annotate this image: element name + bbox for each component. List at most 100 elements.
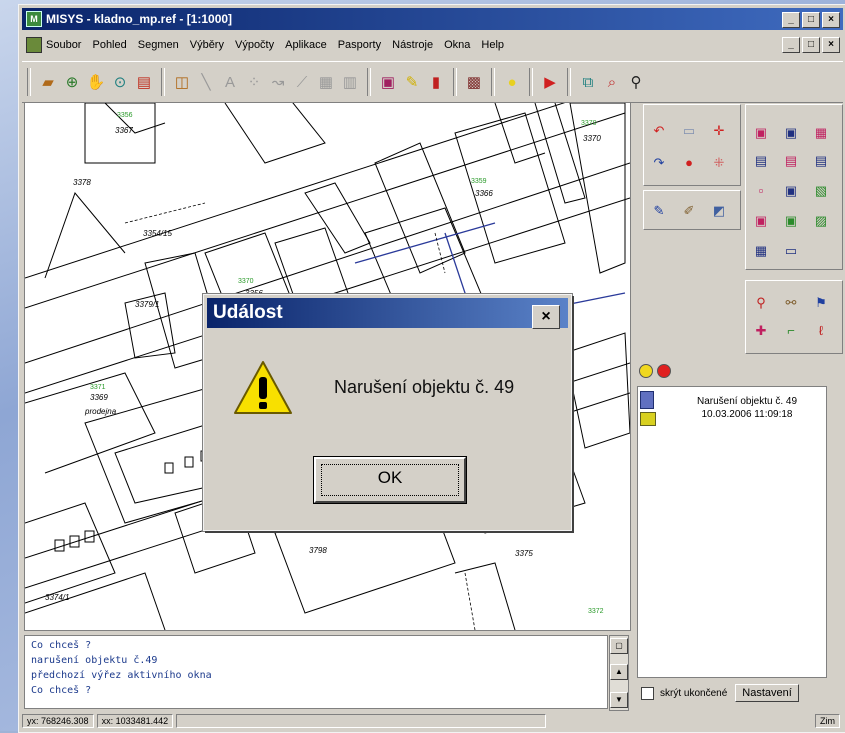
print-map-icon[interactable]: ▩ — [463, 71, 485, 93]
parcel-label: 3354/15 — [143, 229, 172, 238]
pointer-pin-icon[interactable]: ⚲ — [625, 71, 647, 93]
layer-icon[interactable]: ▣ — [752, 125, 770, 141]
brush-icon[interactable]: ✐ — [680, 203, 698, 219]
redo-icon[interactable]: ↷ — [650, 155, 668, 171]
ok-button[interactable]: OK — [314, 457, 466, 503]
document-icon[interactable] — [26, 37, 42, 53]
open-folder-icon[interactable]: ▰ — [37, 71, 59, 93]
select-box-icon[interactable]: ▭ — [680, 123, 698, 139]
menu-vybery[interactable]: Výběry — [190, 39, 224, 51]
layer-icon[interactable]: ▣ — [782, 213, 800, 229]
search-objects-icon[interactable]: ▣ — [377, 71, 399, 93]
layer-palette: ▣ ▣ ▦ ▤ ▤ ▤ ▫ ▣ ▧ ▣ ▣ ▨ ▦ ▭ — [745, 104, 843, 270]
layer-icon[interactable]: ▤ — [782, 153, 800, 169]
toolbar-separator — [367, 68, 371, 96]
dialog-close-button[interactable]: × — [532, 305, 560, 329]
menu-nastroje[interactable]: Nástroje — [392, 39, 433, 51]
zoom-in-icon[interactable]: ⊕ — [61, 71, 83, 93]
close-button[interactable]: × — [822, 12, 840, 28]
snap-grid-icon[interactable]: ⁜ — [710, 155, 728, 171]
layer-icon[interactable]: ▣ — [782, 183, 800, 199]
menu-segmen[interactable]: Segmen — [138, 39, 179, 51]
settings-button[interactable]: Nastavení — [735, 684, 799, 702]
refresh-icon[interactable]: ▤ — [133, 71, 155, 93]
menu-vypocty[interactable]: Výpočty — [235, 39, 274, 51]
find-icon[interactable]: ⌕ — [601, 71, 623, 93]
toolbar-separator — [491, 68, 495, 96]
undo-icon[interactable]: ↶ — [650, 123, 668, 139]
console-line: Co chceš ? — [31, 685, 92, 696]
highlight-icon[interactable]: ✎ — [401, 71, 423, 93]
point-tool-icon[interactable]: ⁘ — [243, 71, 265, 93]
minimize-button[interactable]: _ — [782, 12, 800, 28]
crosshair-icon[interactable]: ✛ — [710, 123, 728, 139]
layer-icon[interactable]: ▦ — [752, 243, 770, 259]
layer-icon[interactable]: ▨ — [812, 213, 830, 229]
red-pointer-icon[interactable]: ▶ — [539, 71, 561, 93]
layer-icon[interactable]: ▤ — [752, 153, 770, 169]
grid-tool-icon[interactable]: ▦ — [315, 71, 337, 93]
flag-icon[interactable]: ⚑ — [812, 295, 830, 311]
menu-okna[interactable]: Okna — [444, 39, 470, 51]
command-console[interactable]: Co chceš ? narušení objektu č.49 předcho… — [24, 635, 608, 709]
menu-aplikace[interactable]: Aplikace — [285, 39, 327, 51]
app-icon: M — [26, 11, 42, 27]
status-y-coordinate: xx: 1033481.442 — [96, 714, 174, 728]
building-tool-icon[interactable]: ▥ — [339, 71, 361, 93]
edit-attributes-icon[interactable]: ▮ — [425, 71, 447, 93]
event-document-icon — [640, 391, 654, 409]
parcel-label: 3378 — [73, 178, 91, 187]
menu-soubor[interactable]: Soubor — [46, 39, 81, 51]
console-scrollbar[interactable]: ▢ ▲ ▼ — [609, 635, 629, 711]
dialog-titlebar[interactable]: Událost × — [207, 298, 568, 329]
node-icon[interactable]: ⚲ — [752, 295, 770, 311]
event-list-item[interactable]: Narušení objektu č. 49 10.03.2006 11:09:… — [672, 395, 822, 421]
dialog-message: Narušení objektu č. 49 — [334, 377, 515, 397]
layers-icon[interactable]: ◫ — [171, 71, 193, 93]
mdi-close-button[interactable]: × — [822, 37, 840, 53]
layer-icon[interactable]: ▣ — [752, 213, 770, 229]
menu-pohled[interactable]: Pohled — [92, 39, 126, 51]
connector-icon[interactable]: ⌐ — [782, 323, 800, 339]
scroll-down-arrow-icon[interactable]: ▼ — [610, 692, 628, 708]
text-tool-icon[interactable]: A — [219, 71, 241, 93]
layer-icon[interactable]: ▫ — [752, 183, 770, 199]
layer-icon[interactable]: ▤ — [812, 153, 830, 169]
mdi-restore-button[interactable]: □ — [802, 37, 820, 53]
events-list[interactable]: Narušení objektu č. 49 10.03.2006 11:09:… — [637, 386, 827, 678]
yellow-marker-icon[interactable]: ● — [501, 71, 523, 93]
window-titlebar[interactable]: M MISYS - kladno_mp.ref - [1:1000] _ □ × — [22, 8, 843, 30]
red-status-icon[interactable] — [657, 364, 671, 378]
menu-help[interactable]: Help — [481, 39, 504, 51]
console-line: předchozí výřez aktivního okna — [31, 670, 212, 681]
measure-tool-icon[interactable]: ⟋ — [291, 71, 313, 93]
status-x-coordinate: yx: 768246.308 — [22, 714, 94, 728]
area-fill-icon[interactable]: ◩ — [710, 203, 728, 219]
zoom-window-icon[interactable]: ⊙ — [109, 71, 131, 93]
parcel-label: prodejna — [84, 407, 117, 416]
hide-finished-label: skrýt ukončené — [660, 687, 728, 699]
marker-icon[interactable]: ✚ — [752, 323, 770, 339]
mdi-minimize-button[interactable]: _ — [782, 37, 800, 53]
hide-finished-checkbox[interactable] — [641, 686, 654, 700]
console-window-icon[interactable]: ▢ — [610, 638, 628, 654]
stop-icon[interactable]: ● — [680, 155, 698, 171]
scroll-up-arrow-icon[interactable]: ▲ — [610, 664, 628, 680]
link-icon[interactable]: ⚯ — [782, 295, 800, 311]
layer-icon[interactable]: ▭ — [782, 243, 800, 259]
pencil-icon[interactable]: ✎ — [650, 203, 668, 219]
maximize-button[interactable]: □ — [802, 12, 820, 28]
yellow-status-icon[interactable] — [639, 364, 653, 378]
event-timestamp: 10.03.2006 11:09:18 — [701, 409, 793, 420]
layer-icon[interactable]: ▣ — [782, 125, 800, 141]
map-link-icon[interactable]: ⧉ — [577, 71, 599, 93]
menu-pasporty[interactable]: Pasporty — [338, 39, 381, 51]
loop-icon[interactable]: ℓ — [812, 323, 830, 339]
layer-icon[interactable]: ▧ — [812, 183, 830, 199]
layer-icon[interactable]: ▦ — [812, 125, 830, 141]
events-panel: Narušení objektu č. 49 10.03.2006 11:09:… — [637, 360, 841, 706]
arc-tool-icon[interactable]: ↝ — [267, 71, 289, 93]
pan-hand-icon[interactable]: ✋ — [85, 71, 107, 93]
line-tool-icon[interactable]: ╲ — [195, 71, 217, 93]
tool-palettes: ↶ ▭ ✛ ↷ ● ⁜ ✎ ✐ ◩ ▣ ▣ ▦ ▤ ▤ ▤ ▫ ▣ ▧ ▣ ▣ … — [641, 102, 843, 358]
